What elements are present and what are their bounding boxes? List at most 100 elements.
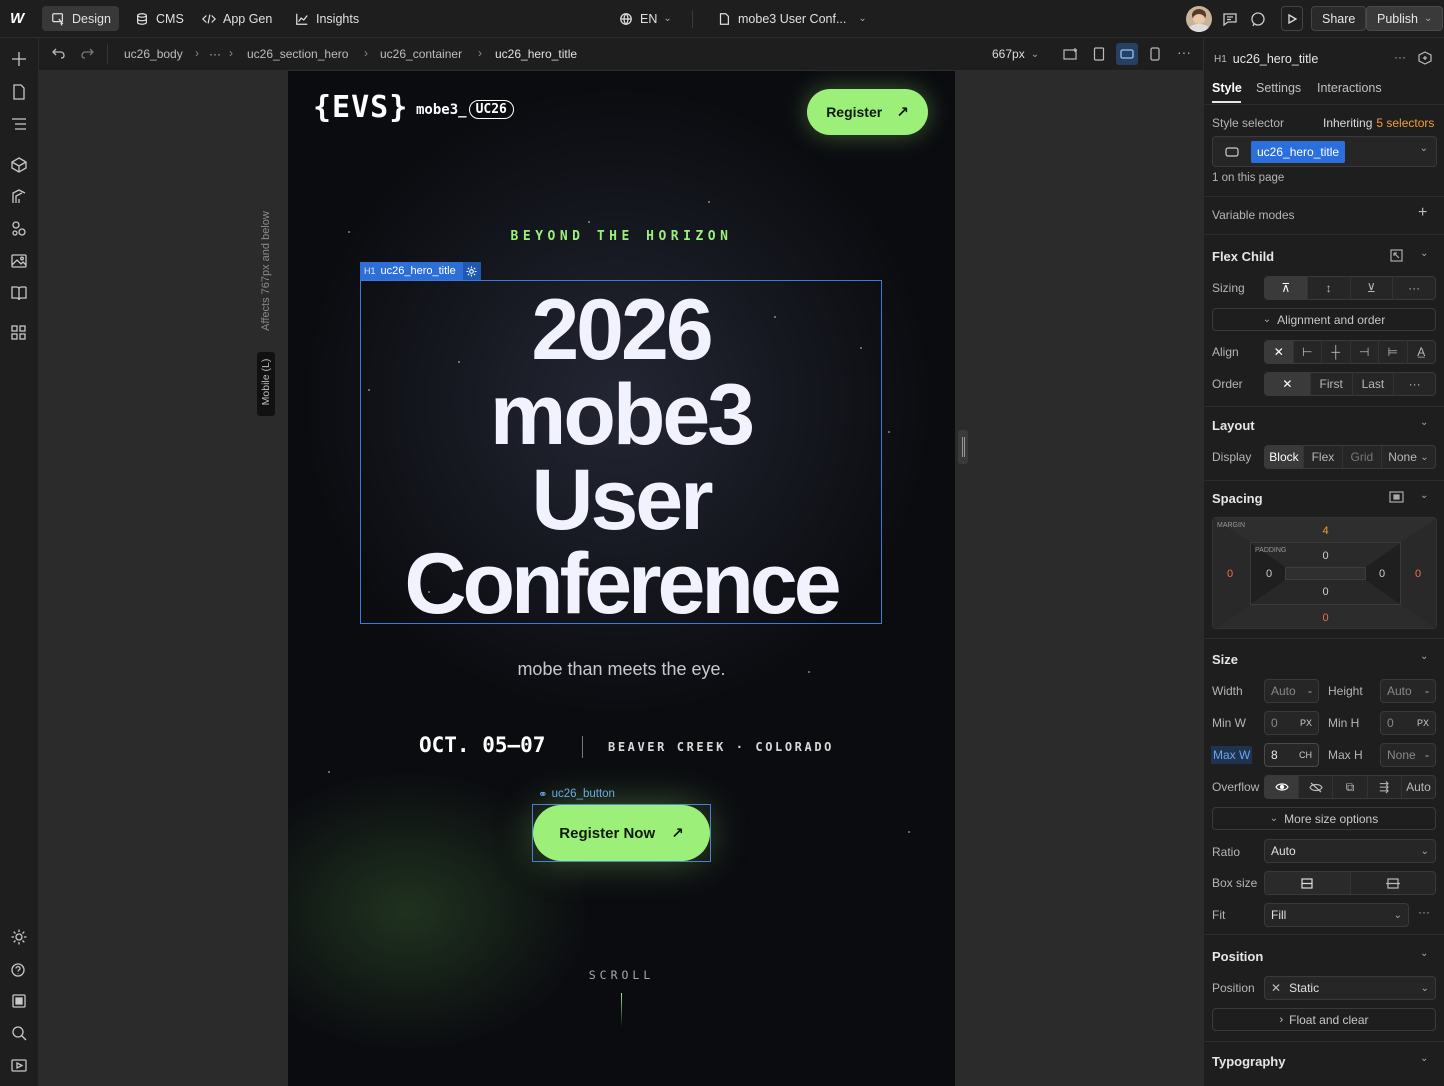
selector-chip[interactable]: uc26_hero_title [1251,141,1346,163]
margin-left-value[interactable]: 0 [1227,568,1233,580]
apps-icon[interactable] [10,324,28,342]
selector-field[interactable]: uc26_hero_title ⌄ [1212,136,1437,167]
spacing-mode-icon[interactable] [1389,491,1404,506]
min-width-unit[interactable]: PX [1300,718,1312,728]
margin-bottom-value[interactable]: 0 [1213,612,1436,624]
chevron-down-icon[interactable]: ⌄ [1420,948,1428,959]
chevron-down-icon[interactable]: ⌄ [1420,490,1428,501]
max-height-input[interactable]: None - [1380,743,1436,767]
padding-top-value[interactable]: 0 [1251,550,1400,562]
more-size-options-toggle[interactable]: ⌄ More size options [1212,807,1436,830]
breakpoint-tab[interactable]: Mobile (L) [257,352,275,416]
preview-button[interactable] [1281,6,1303,31]
chevron-down-icon[interactable]: ⌄ [1420,651,1428,662]
overflow-control[interactable]: ⧉ ⇶ Auto [1264,775,1436,799]
comment-icon[interactable] [1250,11,1266,30]
sizing-control[interactable]: ⊼ ↕ ⊻ ··· [1264,276,1436,300]
site-logo[interactable]: {EVS} [313,90,408,125]
breadcrumb-item[interactable]: uc26_section_hero [247,47,348,61]
add-icon[interactable]: + [1418,204,1427,222]
tab-settings[interactable]: Settings [1256,81,1301,95]
canvas-resize-handle[interactable] [958,430,968,464]
ratio-select[interactable]: Auto ⌄ [1264,839,1436,863]
max-width-unit[interactable]: CH [1299,750,1312,760]
locale-selector[interactable]: EN ⌄ [610,6,680,31]
tab-design[interactable]: Design [42,6,119,31]
width-input[interactable]: Auto - [1264,679,1319,703]
more-icon[interactable]: ··· [1177,44,1191,60]
tab-cms[interactable]: CMS [126,6,192,31]
settings-icon[interactable] [10,928,28,946]
tablet-breakpoint-icon[interactable] [1093,47,1105,64]
canvas-width-selector[interactable]: 667px ⌄ [992,47,1039,61]
clip-icon[interactable]: ⇶ [1368,776,1402,798]
site-register-button[interactable]: Register ↗ [807,89,928,135]
alignment-order-toggle[interactable]: ⌄ Alignment and order [1212,308,1436,331]
breadcrumb-item-current[interactable]: uc26_hero_title [495,47,577,61]
pages-icon[interactable] [10,83,28,101]
add-icon[interactable] [10,50,28,68]
redo-icon[interactable] [80,46,94,63]
padding-left-value[interactable]: 0 [1266,568,1272,580]
tab-app-gen[interactable]: App Gen [193,6,280,31]
book-icon[interactable] [10,284,28,302]
align-end-icon[interactable]: ⊣ [1351,341,1379,363]
align-stretch-icon[interactable]: ⊨ [1379,341,1408,363]
display-block[interactable]: Block [1265,446,1304,468]
inheriting-info[interactable]: Inheriting 5 selectors [1323,116,1434,130]
variables-icon[interactable] [10,188,28,206]
more-option[interactable]: ··· [1393,277,1435,299]
mobile-portrait-breakpoint-icon[interactable] [1150,47,1160,64]
order-control[interactable]: ✕ First Last ··· [1264,372,1436,396]
gear-icon[interactable] [462,262,481,280]
breadcrumb-item[interactable]: ··· [209,47,221,61]
shrink-option[interactable]: ⊼ [1265,277,1308,299]
align-center-icon[interactable]: ┼ [1322,341,1351,363]
tab-interactions[interactable]: Interactions [1317,81,1382,95]
position-select[interactable]: ✕ Static ⌄ [1264,976,1436,1000]
hero-title[interactable]: 2026 mobe3 User Conference [360,280,882,627]
height-input[interactable]: Auto - [1380,679,1436,703]
display-none[interactable]: None ⌄ [1382,446,1435,468]
min-height-unit[interactable]: PX [1417,718,1429,728]
chevron-down-icon[interactable]: ⌄ [1420,248,1428,259]
min-height-input[interactable]: 0 PX [1380,711,1436,735]
stop-icon[interactable] [10,992,28,1010]
button-selection-label[interactable]: ⚭ uc26_button [538,787,615,801]
components-icon[interactable] [10,156,28,174]
more-icon[interactable]: ··· [1394,373,1435,395]
align-baseline-icon[interactable]: A̲ [1408,341,1436,363]
padding-right-value[interactable]: 0 [1379,568,1385,580]
mobile-landscape-breakpoint-icon[interactable] [1116,43,1138,65]
search-icon[interactable] [10,1024,28,1042]
tab-insights[interactable]: Insights [286,6,367,31]
register-now-button[interactable]: Register Now ↗ [533,805,710,861]
border-box-icon[interactable] [1265,872,1351,894]
selection-label[interactable]: H1 uc26_hero_title [360,262,481,280]
display-control[interactable]: Block Flex Grid None ⌄ [1264,445,1436,469]
align-control[interactable]: ✕ ⊢ ┼ ⊣ ⊨ A̲ [1264,340,1436,364]
avatar[interactable] [1186,6,1212,32]
min-width-input[interactable]: 0 PX [1264,711,1319,735]
content-box-icon[interactable] [1351,872,1436,894]
align-start-icon[interactable]: ⊢ [1294,341,1322,363]
fit-select[interactable]: Fill ⌄ [1264,903,1409,927]
display-flex[interactable]: Flex [1304,446,1343,468]
desktop-breakpoint-icon[interactable] [1063,47,1079,64]
chevron-down-icon[interactable]: ⌄ [1420,1053,1428,1064]
close-icon[interactable]: ✕ [1265,373,1311,395]
component-icon[interactable] [1418,51,1432,68]
chevron-down-icon[interactable]: ⌄ [1420,417,1428,428]
spacing-box[interactable]: MARGIN 4 0 0 0 PADDING 0 0 0 0 [1212,517,1437,629]
comments-list-icon[interactable] [1222,11,1238,30]
scroll-icon[interactable]: ⧉ [1333,776,1368,798]
max-width-input[interactable]: 8 CH [1264,743,1319,767]
order-last[interactable]: Last [1353,373,1395,395]
navigator-icon[interactable] [10,115,28,133]
box-size-control[interactable] [1264,871,1436,895]
page-selector[interactable]: mobe3 User Conf... ⌄ [708,6,875,31]
undo-icon[interactable] [52,46,66,63]
styles-icon[interactable] [10,220,28,238]
eye-icon[interactable] [1265,776,1300,798]
padding-bottom-value[interactable]: 0 [1251,586,1400,598]
